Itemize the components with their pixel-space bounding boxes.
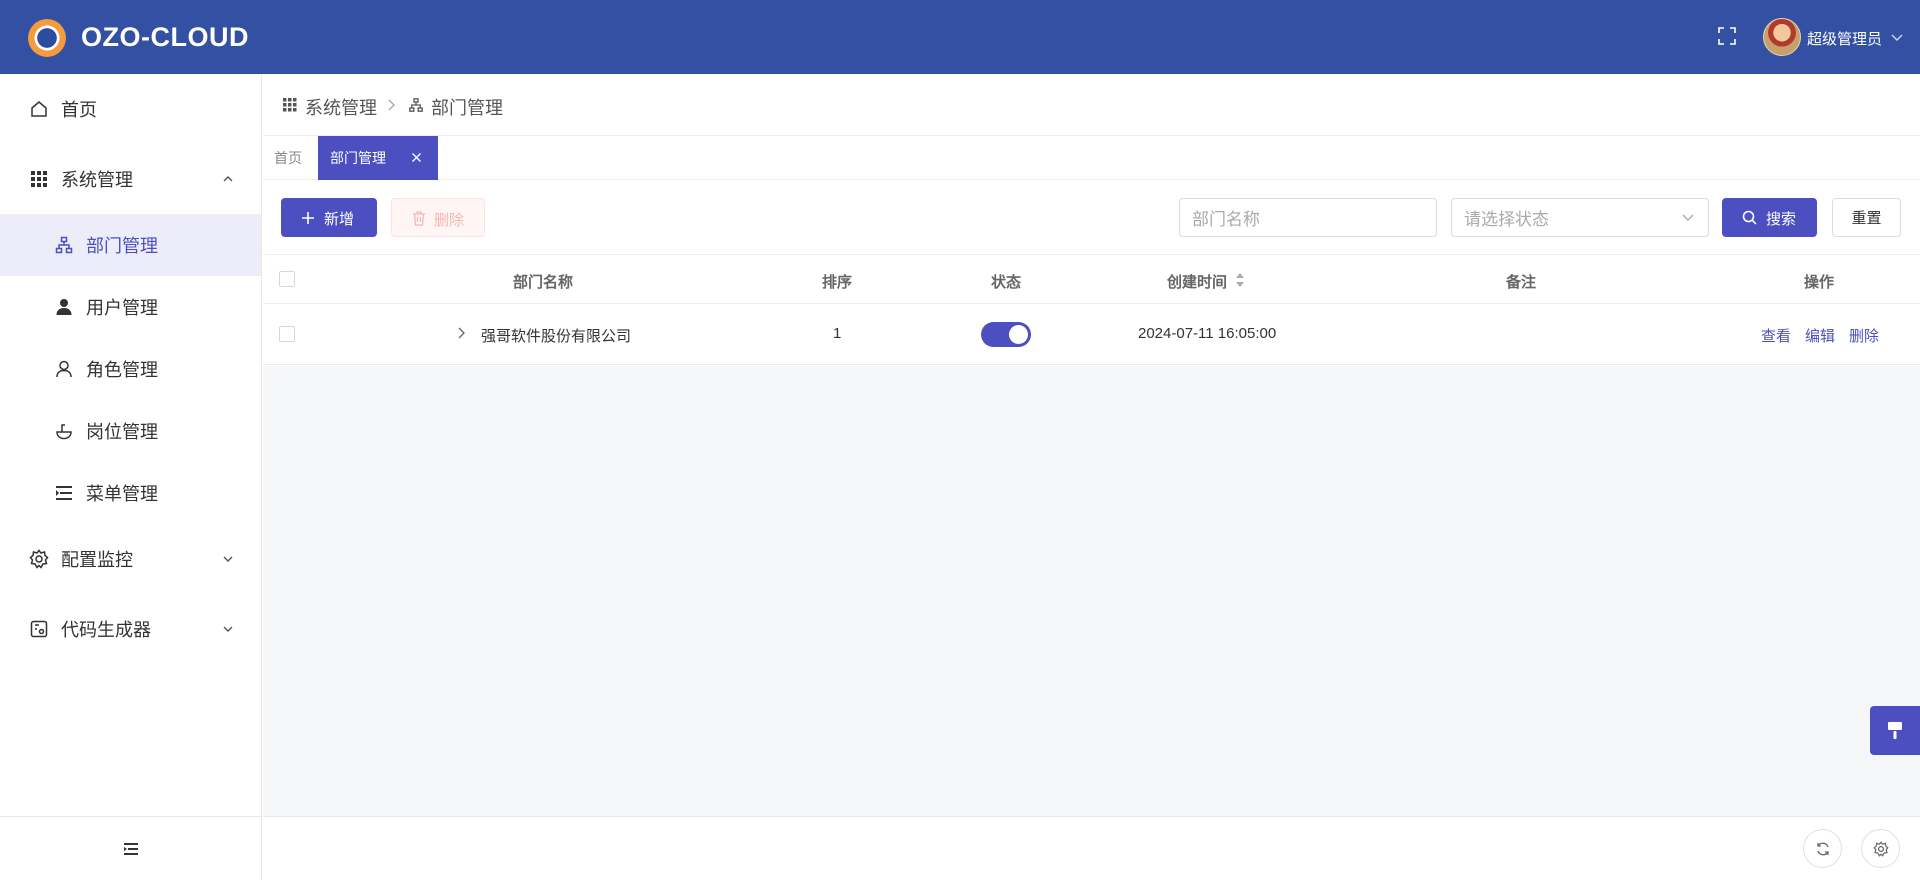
- select-placeholder: 请选择状态: [1464, 210, 1549, 229]
- chevron-down-icon: [223, 556, 233, 562]
- table-row: 强哥软件股份有限公司 1 2024-07-11 16:05:00 查看 编辑 删…: [263, 304, 1920, 365]
- user-name[interactable]: 超级管理员: [1807, 28, 1882, 49]
- settings-button[interactable]: [1861, 829, 1900, 868]
- sidebar-item-label: 菜单管理: [86, 484, 158, 504]
- created-time: 2024-07-11 16:05:00: [1138, 325, 1277, 342]
- collapse-sidebar-icon[interactable]: [123, 841, 139, 857]
- sidebar-item-label: 角色管理: [86, 360, 158, 380]
- table-header: 部门名称 排序 状态 创建时间 备注 操作: [263, 254, 1920, 304]
- refresh-icon: [1816, 842, 1829, 855]
- row-checkbox[interactable]: [279, 326, 295, 342]
- add-button[interactable]: 新增: [281, 198, 377, 237]
- plus-icon: [302, 212, 314, 224]
- theme-brush-button[interactable]: [1870, 706, 1920, 755]
- sidebar-item-label: 配置监控: [61, 550, 133, 570]
- chevron-down-icon[interactable]: [1890, 30, 1904, 44]
- search-button[interactable]: 搜索: [1722, 198, 1817, 237]
- column-header: 排序: [822, 274, 853, 291]
- select-all-checkbox[interactable]: [279, 271, 295, 287]
- sidebar-item-department[interactable]: 部门管理: [0, 214, 261, 276]
- sidebar-item-label: 用户管理: [86, 298, 158, 318]
- sidebar-item-label: 岗位管理: [86, 422, 158, 442]
- gear-icon: [29, 549, 49, 569]
- fullscreen-icon[interactable]: [1718, 27, 1736, 45]
- sidebar-item-system[interactable]: 系统管理: [0, 148, 261, 210]
- sidebar-item-label: 首页: [61, 100, 97, 120]
- column-header: 备注: [1506, 274, 1537, 291]
- sidebar-item-label: 代码生成器: [61, 620, 151, 640]
- column-header: 操作: [1804, 274, 1835, 291]
- code-icon: [29, 619, 49, 639]
- role-icon: [54, 359, 74, 379]
- main-content: 系统管理 部门管理 首页 部门管理 新增 删除 部门名称 请选择状态 搜索 重置…: [263, 74, 1920, 880]
- grid-icon: [29, 169, 49, 189]
- top-header: OZO-CLOUD 超级管理员: [0, 0, 1920, 74]
- status-toggle[interactable]: [981, 322, 1031, 347]
- status-select[interactable]: 请选择状态: [1451, 198, 1709, 237]
- chevron-right-icon[interactable]: [456, 327, 466, 339]
- sidebar-item-codegen[interactable]: 代码生成器: [0, 598, 261, 660]
- grid-icon: [283, 98, 297, 112]
- column-header: 状态: [991, 274, 1022, 291]
- search-icon: [1742, 210, 1757, 225]
- sidebar-item-home[interactable]: 首页: [0, 78, 261, 140]
- breadcrumb-item: 部门管理: [431, 98, 503, 118]
- close-icon[interactable]: [411, 152, 422, 163]
- sidebar-item-menus[interactable]: 菜单管理: [0, 462, 261, 524]
- delete-link[interactable]: 删除: [1849, 325, 1879, 346]
- post-icon: [54, 421, 74, 441]
- sidebar: 首页 系统管理 部门管理 用户管理 角色管理 岗位管理 菜单管理 配置监控 代码…: [0, 74, 262, 880]
- app-logo: [28, 19, 66, 57]
- trash-icon: [413, 211, 425, 226]
- breadcrumb: 系统管理 部门管理: [263, 74, 1920, 136]
- sidebar-item-label: 系统管理: [61, 170, 133, 190]
- search-label: 搜索: [1766, 211, 1797, 228]
- tabs-bar: 首页 部门管理: [263, 136, 1920, 180]
- sidebar-item-users[interactable]: 用户管理: [0, 276, 261, 338]
- sidebar-item-roles[interactable]: 角色管理: [0, 338, 261, 400]
- tab-department[interactable]: 部门管理: [318, 136, 438, 180]
- column-header[interactable]: 创建时间: [1167, 271, 1227, 292]
- sidebar-item-label: 部门管理: [86, 236, 158, 256]
- view-link[interactable]: 查看: [1761, 325, 1791, 346]
- sort-icon[interactable]: [1235, 272, 1245, 288]
- menu-icon: [54, 483, 74, 503]
- refresh-button[interactable]: [1803, 829, 1842, 868]
- delete-label: 删除: [434, 212, 465, 229]
- department-name: 强哥软件股份有限公司: [481, 328, 632, 345]
- department-name-input[interactable]: 部门名称: [1179, 198, 1437, 237]
- chevron-right-icon: [388, 99, 395, 111]
- reset-button[interactable]: 重置: [1832, 198, 1901, 237]
- toggle-knob: [1009, 325, 1028, 344]
- delete-button[interactable]: 删除: [391, 198, 485, 237]
- department-panel: 新增 删除 部门名称 请选择状态 搜索 重置 部门名称 排序 状态 创建时间 备…: [263, 180, 1920, 366]
- breadcrumb-item[interactable]: 系统管理: [305, 94, 377, 120]
- chevron-down-icon: [223, 626, 233, 632]
- edit-link[interactable]: 编辑: [1805, 325, 1835, 346]
- org-icon: [409, 98, 423, 112]
- add-label: 新增: [324, 211, 355, 228]
- tab-home[interactable]: 首页: [274, 136, 302, 180]
- gear-icon: [1872, 840, 1889, 857]
- sidebar-item-monitor[interactable]: 配置监控: [0, 528, 261, 590]
- sidebar-item-posts[interactable]: 岗位管理: [0, 400, 261, 462]
- sort-value: 1: [833, 325, 842, 342]
- input-placeholder: 部门名称: [1192, 210, 1260, 229]
- chevron-down-icon: [1682, 214, 1694, 221]
- brush-icon: [1888, 721, 1902, 739]
- tab-label: 部门管理: [330, 150, 386, 166]
- sidebar-footer: [0, 816, 261, 880]
- user-avatar[interactable]: [1763, 18, 1801, 56]
- org-icon: [54, 235, 74, 255]
- chevron-up-icon: [223, 176, 233, 182]
- home-icon: [29, 99, 49, 119]
- footer-bar: [263, 816, 1920, 880]
- app-title: OZO-CLOUD: [81, 22, 249, 52]
- column-header: 部门名称: [513, 274, 574, 291]
- user-icon: [54, 297, 74, 317]
